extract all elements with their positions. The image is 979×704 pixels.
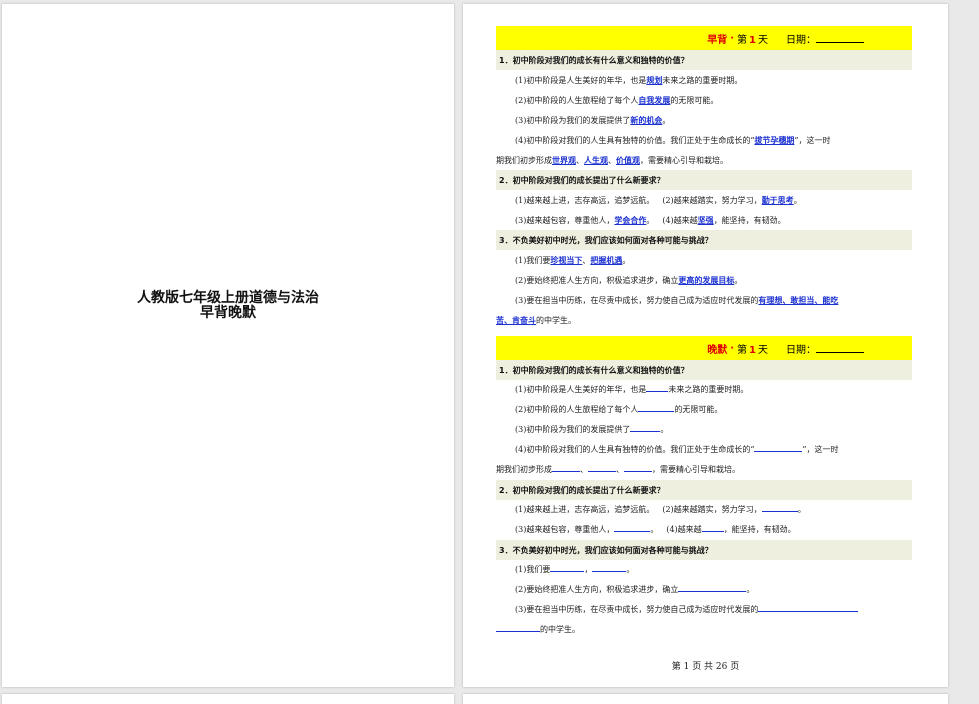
next-page-left (2, 694, 454, 704)
answer: 自我发展 (638, 95, 671, 105)
morning-banner: 早背 · 第1天 日期： (496, 26, 912, 50)
answer: 规划 (646, 75, 663, 85)
line-3a: (1)我们要珍视当下、把握机遇。 (515, 255, 631, 265)
line-1d: (4)初中阶段对我们的人生具有独特的价值。我们正处于生命成长的“ ”，这一时 (496, 440, 912, 460)
page-footer: 第 1 页 共 26 页 (671, 662, 740, 672)
evening-section: 晚默 · 第1天 日期： 1．初中阶段对我们的成长有什么意义和独特的价值？ (1… (496, 336, 912, 640)
answer-blank (588, 461, 616, 472)
line-1c: (3)初中阶段为我们的发展提供了。 (496, 420, 912, 440)
question-1: 1．初中阶段对我们的成长有什么意义和独特的价值？ (496, 50, 912, 70)
line-1d-cont: 期我们初步形成世界观、人生观、价值观，需要精心引导和栽培。 (496, 155, 728, 165)
banner-dot: · (730, 342, 735, 354)
answer-blank (701, 521, 724, 532)
answer: 人生观 (584, 155, 608, 165)
line-3c-cont: 的中学生。 (496, 620, 912, 640)
cover-page: 人教版七年级上册道德与法治 早背晚默 (2, 4, 454, 687)
answer-blank (754, 441, 803, 452)
answer-blank (552, 461, 580, 472)
answer-blank (550, 561, 585, 572)
answer: 更高的发展目标 (678, 275, 735, 285)
answer: 世界观 (552, 155, 576, 165)
answer: 拔节孕穗期 (754, 135, 795, 145)
answer: 新的机会 (630, 115, 663, 125)
question-2: 2．初中阶段对我们的成长提出了什么新要求？ (496, 480, 912, 500)
evening-banner: 晚默 · 第1天 日期： (496, 336, 912, 360)
evening-kind: 晚默 (707, 344, 728, 356)
answer-blank (496, 621, 540, 632)
answer-blank (638, 401, 675, 412)
line-3c: (3)要在担当中历练，在尽责中成长，努力使自己成为适应时代发展的有理想、敢担当、… (515, 295, 839, 305)
line-3c: (3)要在担当中历练，在尽责中成长，努力使自己成为适应时代发展的 (496, 600, 912, 620)
cover-title-line2: 早背晚默 (200, 305, 256, 321)
morning-section: 早背 · 第1天 日期： 1．初中阶段对我们的成长有什么意义和独特的价值？ (1… (496, 26, 912, 330)
question-3: 3．不负美好初中时光，我们应该如何面对各种可能与挑战？ (496, 230, 912, 250)
answer: 把握机遇 (590, 255, 623, 265)
answer: 价值观 (616, 155, 640, 165)
line-1b: (2)初中阶段的人生旅程给了每个人自我发展的无限可能。 (515, 95, 719, 105)
line-1a: (1)初中阶段是人生美好的年华，也是规划未来之路的重要时期。 (515, 75, 743, 85)
line-1b: (2)初中阶段的人生旅程给了每个人 的无限可能。 (496, 400, 912, 420)
morning-kind: 早背 (707, 34, 728, 46)
answer: 苦、肯奋斗 (496, 315, 536, 325)
next-page-right (463, 694, 948, 704)
cover-title-line1: 人教版七年级上册道德与法治 (137, 290, 319, 306)
question-3: 3．不负美好初中时光，我们应该如何面对各种可能与挑战？ (496, 540, 912, 560)
question-2: 2．初中阶段对我们的成长提出了什么新要求？ (496, 170, 912, 190)
line-2ab: (1)越来越上进，志存高远，追梦远航。 (2)越来越踏实，努力学习，勤于思考。 (515, 195, 802, 205)
answer: 学会合作 (614, 215, 647, 225)
answer-blank (614, 521, 651, 532)
banner-dot: · (730, 32, 735, 44)
line-1d-cont: 期我们初步形成、、，需要精心引导和栽培。 (496, 460, 912, 480)
worksheet-page: 早背 · 第1天 日期： 1．初中阶段对我们的成长有什么意义和独特的价值？ (1… (463, 4, 948, 687)
date-field: 日期： (786, 31, 864, 46)
line-3b: (2)要始终把准人生方向，积极追求进步，确立更高的发展目标。 (515, 275, 743, 285)
line-3a: (1)我们要，。 (496, 560, 912, 580)
answer-blank (678, 581, 747, 592)
answer-blank (758, 601, 859, 612)
day-label: 第1天 (737, 34, 768, 46)
answer: 勤于思考 (761, 195, 794, 205)
answer: 珍视当下 (550, 255, 583, 265)
line-2cd: (3)越来越包容，尊重他人，。 (4)越来越 ，能坚持，有韧劲。 (496, 520, 912, 540)
line-2cd: (3)越来越包容，尊重他人，学会合作。 (4)越来越坚强，能坚持，有韧劲。 (515, 215, 786, 225)
answer-blank (624, 461, 652, 472)
day-label: 第1天 (737, 344, 768, 356)
question-1: 1．初中阶段对我们的成长有什么意义和独特的价值？ (496, 360, 912, 380)
line-2ab: (1)越来越上进，志存高远，追梦远航。 (2)越来越踏实，努力学习，。 (496, 500, 912, 520)
line-1a: (1)初中阶段是人生美好的年华，也是 未来之路的重要时期。 (496, 380, 912, 400)
date-field: 日期： (786, 341, 864, 356)
answer-blank (630, 421, 661, 432)
line-3c-cont: 苦、肯奋斗的中学生。 (496, 315, 576, 325)
answer-blank (761, 501, 798, 512)
line-3b: (2)要始终把准人生方向，积极追求进步，确立。 (496, 580, 912, 600)
cover-title: 人教版七年级上册道德与法治 早背晚默 (2, 291, 454, 321)
answer: 有理想、敢担当、能吃 (758, 295, 839, 305)
line-1d: (4)初中阶段对我们的人生具有独特的价值。我们正处于生命成长的“拔节孕穗期”，这… (515, 135, 831, 145)
answer-blank (592, 561, 627, 572)
line-1c: (3)初中阶段为我们的发展提供了新的机会。 (515, 115, 671, 125)
answer-blank (646, 381, 669, 392)
answer: 坚强 (697, 215, 714, 225)
